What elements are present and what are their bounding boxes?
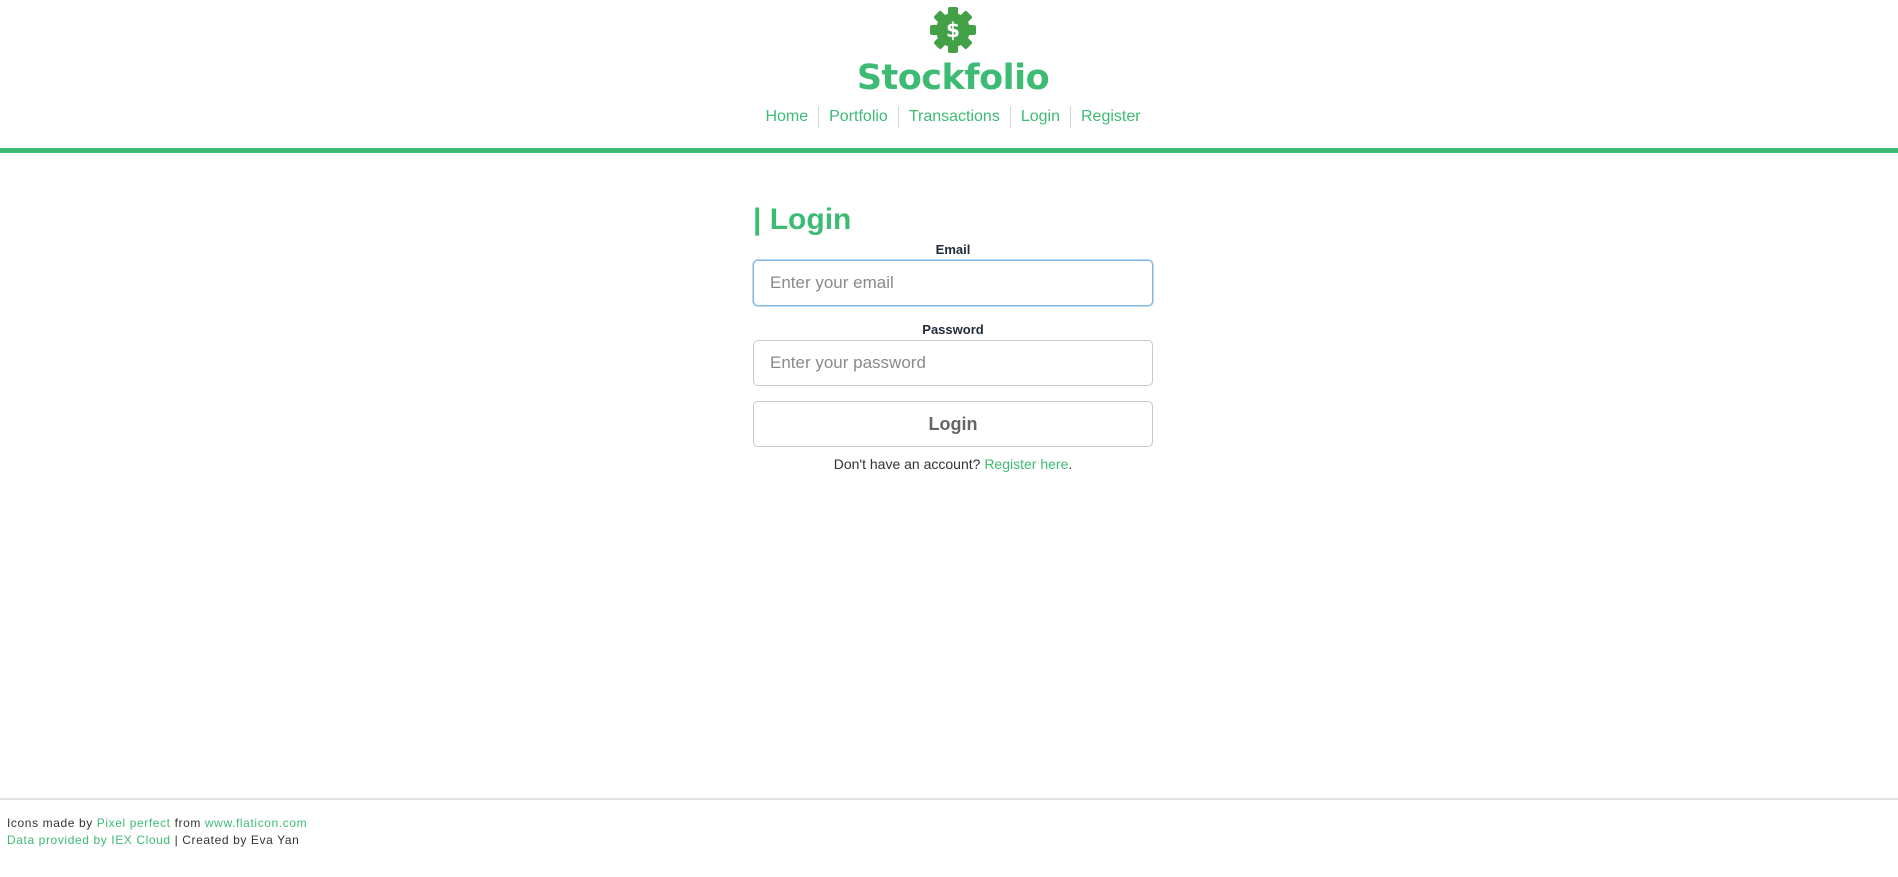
nav-home[interactable]: Home	[755, 106, 818, 128]
login-button[interactable]: Login	[753, 401, 1153, 447]
password-field[interactable]	[753, 340, 1153, 386]
register-prompt: Don't have an account?	[833, 456, 981, 472]
nav-register[interactable]: Register	[1069, 106, 1151, 128]
footer-flaticon-link[interactable]: www.flaticon.com	[205, 816, 307, 830]
register-suffix: .	[1068, 456, 1073, 472]
header-divider	[0, 148, 1898, 153]
nav-login[interactable]: Login	[1009, 106, 1070, 128]
password-label: Password	[922, 322, 984, 337]
footer-icons-author-link[interactable]: Pixel perfect	[97, 816, 171, 830]
dollar-glyph: $	[946, 18, 960, 42]
page: $ Stockfolio Home Portfolio Transactions…	[0, 0, 1898, 877]
nav-portfolio[interactable]: Portfolio	[818, 106, 898, 128]
main-nav: Home Portfolio Transactions Login Regist…	[0, 106, 1898, 128]
footer-iex-link[interactable]: Data provided by IEX Cloud	[7, 833, 171, 847]
email-field[interactable]	[753, 260, 1153, 306]
footer-author-credit: | Created by Eva Yan	[174, 833, 300, 847]
page-title: | Login	[753, 203, 852, 236]
gear-dollar-icon[interactable]: $	[928, 5, 978, 55]
footer-icons-from: from	[174, 816, 201, 830]
site-footer: Icons made by Pixel perfect from www.fla…	[7, 815, 307, 849]
footer-icons-credit: Icons made by Pixel perfect from www.fla…	[7, 815, 307, 832]
footer-icons-prefix: Icons made by	[7, 816, 93, 830]
footer-divider	[0, 798, 1898, 800]
register-link[interactable]: Register here	[984, 456, 1068, 472]
footer-data-credit: Data provided by IEX Cloud | Created by …	[7, 832, 307, 849]
email-label: Email	[935, 242, 971, 257]
site-header: $ Stockfolio Home Portfolio Transactions…	[0, 0, 1898, 148]
brand-title[interactable]: Stockfolio	[0, 58, 1898, 98]
login-form: | Login Email Password Login Don't have …	[753, 200, 1153, 472]
nav-transactions[interactable]: Transactions	[897, 106, 1010, 128]
register-prompt-line: Don't have an account? Register here.	[753, 456, 1153, 472]
